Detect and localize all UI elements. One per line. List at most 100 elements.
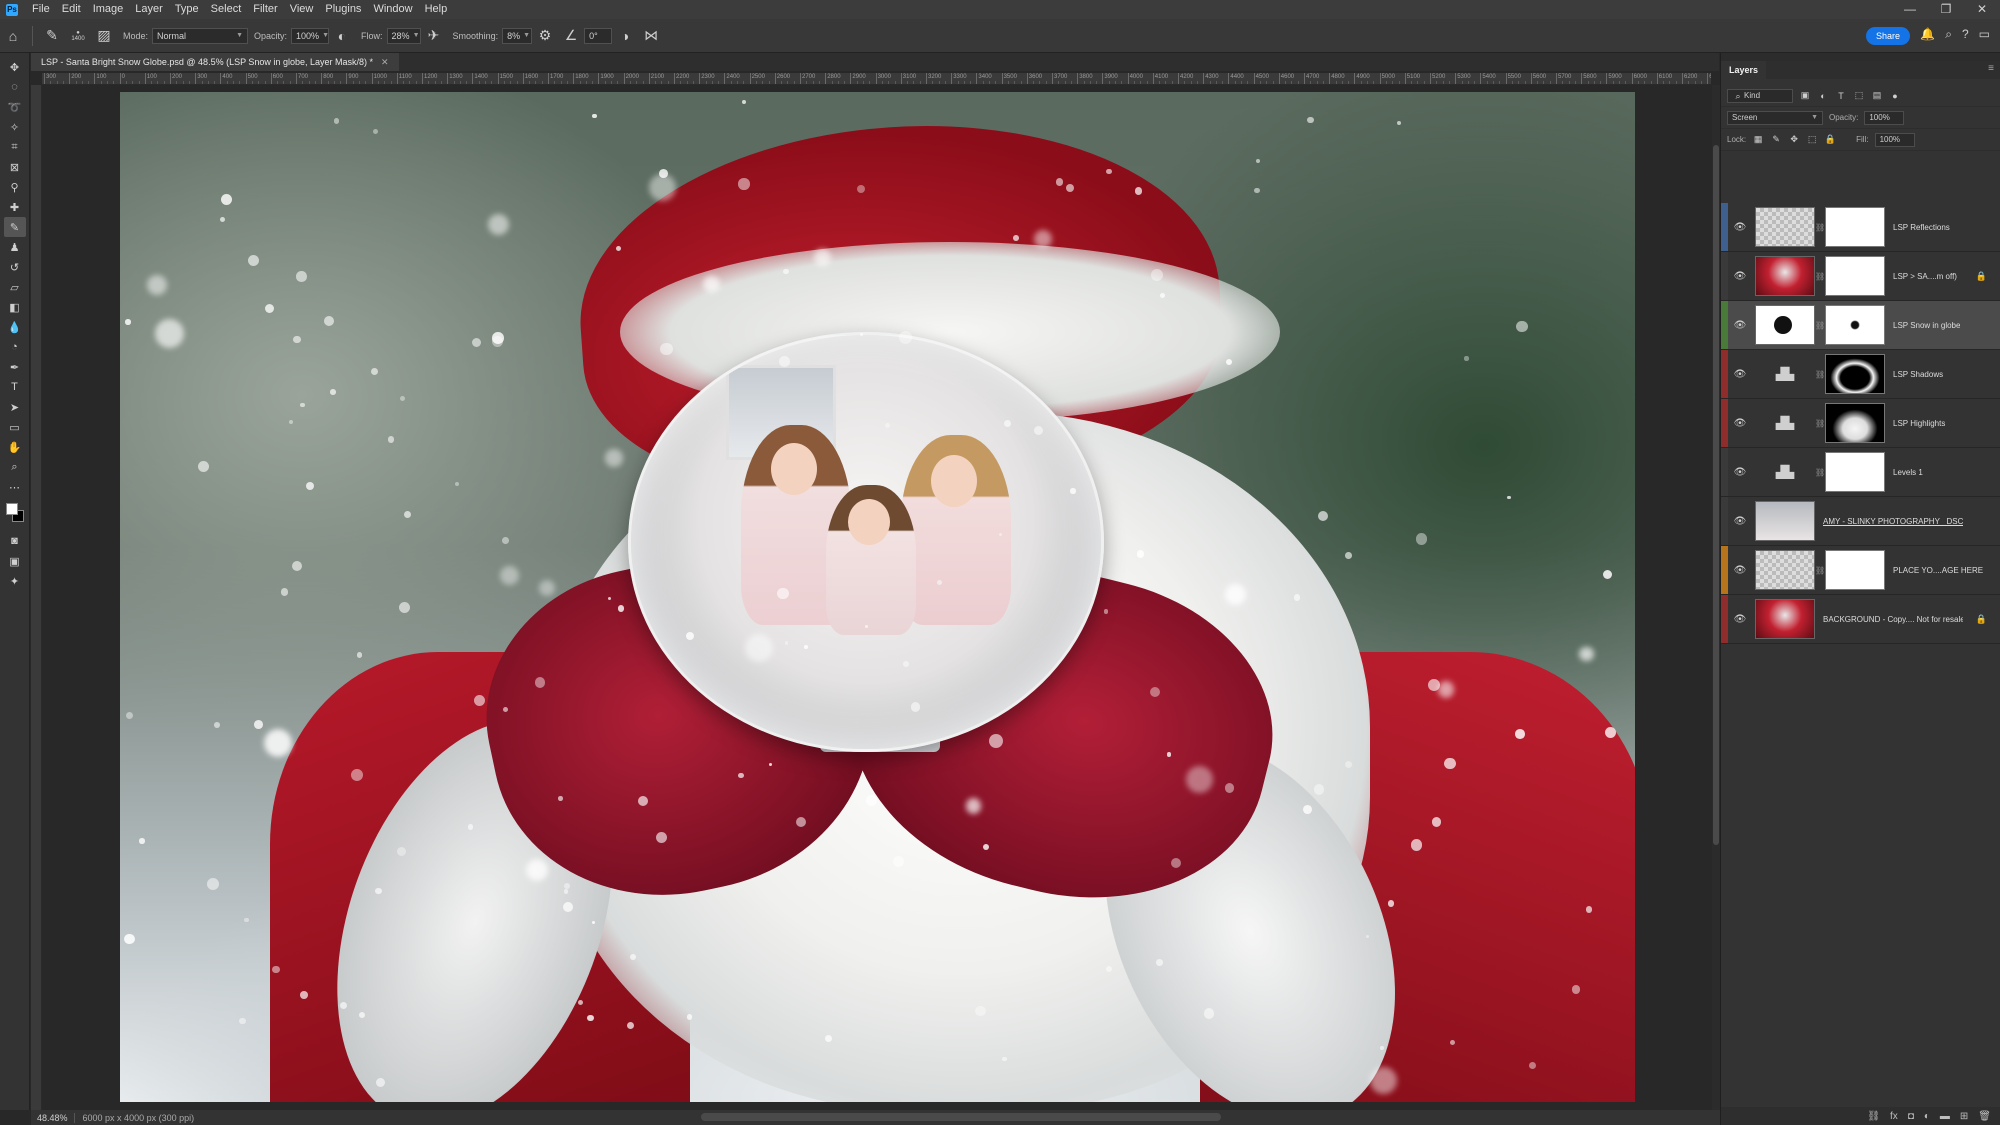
help-icon[interactable]: ? [1962,27,1969,42]
lasso-tool-icon[interactable]: ➰ [4,97,26,117]
opacity-field[interactable]: 100% ▼ [291,27,330,44]
layer-mask-thumbnail[interactable] [1825,550,1885,590]
layer-row[interactable]: 👁 ▟▙ ⛓ LSP Highlights [1721,399,2000,448]
share-button[interactable]: Share [1865,27,1910,45]
more-tools-icon[interactable]: ⋯ [4,477,26,497]
menu-plugins[interactable]: Plugins [319,0,367,19]
rectangle-tool-icon[interactable]: ▭ [4,417,26,437]
trash-icon[interactable]: 🗑 [1978,1111,1991,1122]
layer-name[interactable]: Levels 1 [1893,468,1923,477]
visibility-eye-icon[interactable]: 👁 [1731,418,1749,429]
angle-field[interactable]: 0° [584,27,613,44]
layer-thumbnail[interactable] [1755,550,1815,590]
group-icon[interactable]: ▬ [1940,1111,1950,1122]
layer-row[interactable]: 👁 ⛓ LSP Snow in globe [1721,301,2000,350]
tab-layers[interactable]: Layers [1721,61,1767,79]
marquee-tool-icon[interactable]: ◌ [4,77,26,97]
layer-mask-thumbnail[interactable] [1825,403,1885,443]
eyedropper-tool-icon[interactable]: ⚲ [4,177,26,197]
layer-style-icon[interactable]: fx [1890,1111,1898,1122]
mask-link-icon[interactable]: ⛓ [1815,223,1825,232]
mode-select[interactable]: Normal ▼ [152,27,249,44]
document-info[interactable]: 6000 px x 4000 px (300 ppi) [75,1113,203,1123]
layer-row[interactable]: 👁 BACKGROUND - Copy.... Not for resale. 🔒 [1721,595,2000,644]
airbrush-icon[interactable]: ✈ [421,23,447,49]
panel-collapse-strip[interactable] [1721,53,2000,61]
gear-icon[interactable]: ⚙ [532,23,558,49]
menu-layer[interactable]: Layer [129,0,169,19]
frame-tool-icon[interactable]: ⊠ [4,157,26,177]
close-icon[interactable]: ✕ [381,53,389,71]
shape-filter-icon[interactable]: ⬚ [1853,90,1865,101]
visibility-eye-icon[interactable]: 👁 [1731,614,1749,625]
pixel-filter-icon[interactable]: ▣ [1799,90,1811,101]
zoom-level[interactable]: 48.48% [31,1112,75,1123]
brush-tool-preset-icon[interactable]: ✎ [39,23,65,49]
layer-thumbnail[interactable] [1755,256,1815,296]
layer-row[interactable]: 👁 ⛓ PLACE YO....AGE HERE [1721,546,2000,595]
menu-select[interactable]: Select [205,0,248,19]
menu-help[interactable]: Help [419,0,454,19]
canvas-area[interactable] [42,85,1711,1110]
menu-type[interactable]: Type [169,0,205,19]
menu-file[interactable]: File [26,0,56,19]
adjustment-filter-icon[interactable]: ◐ [1817,91,1829,101]
pen-tool-icon[interactable]: ✒ [4,357,26,377]
layer-opacity-field[interactable]: 100% [1864,110,1905,125]
scrollbar-thumb[interactable] [1713,145,1719,845]
layer-row[interactable]: 👁 ▟▙ ⛓ Levels 1 [1721,448,2000,497]
layer-name[interactable]: LSP Reflections [1893,223,1950,232]
move-tool-icon[interactable]: ✥ [4,57,26,77]
layer-name[interactable]: PLACE YO....AGE HERE [1893,566,1983,575]
adjustment-layer-icon[interactable]: ▟▙ [1755,452,1815,492]
menu-filter[interactable]: Filter [247,0,283,19]
mask-link-icon[interactable]: ⛓ [1815,321,1825,330]
lock-all-icon[interactable]: 🔒 [1824,134,1836,145]
document-canvas-image[interactable] [120,92,1635,1102]
pressure-size-icon[interactable]: ◑ [612,23,638,49]
workspace-icon[interactable]: ▭ [1979,27,1990,42]
layer-name[interactable]: LSP Snow in globe [1893,321,1960,330]
home-icon[interactable]: ⌂ [0,23,26,49]
new-layer-icon[interactable]: ⊞ [1960,1111,1968,1122]
layer-row[interactable]: 👁 ⛓ LSP > SA....m off) 🔒 [1721,252,2000,301]
adjustment-layer-icon[interactable]: ◐ [1924,1111,1930,1122]
mask-link-icon[interactable]: ⛓ [1815,272,1825,281]
visibility-eye-icon[interactable]: 👁 [1731,369,1749,380]
history-brush-tool-icon[interactable]: ↺ [4,257,26,277]
layer-name[interactable]: LSP Highlights [1893,419,1945,428]
zoom-tool-icon[interactable]: ⌕ [4,457,26,477]
close-window-button[interactable]: ✕ [1964,0,2000,19]
pressure-opacity-icon[interactable]: ◐ [329,23,355,49]
quick-mask-icon[interactable]: ◙ [4,531,26,551]
add-mask-icon[interactable]: ◘ [1908,1111,1914,1122]
layer-thumbnail[interactable] [1755,501,1815,541]
brush-size-picker[interactable]: ● 1400 [65,23,91,49]
healing-brush-tool-icon[interactable]: ✚ [4,197,26,217]
mask-link-icon[interactable]: ⛓ [1815,566,1825,575]
mask-link-icon[interactable]: ⛓ [1815,468,1825,477]
layer-row[interactable]: 👁 AMY - SLINKY PHOTOGRAPHY _DSC0743_ [1721,497,2000,546]
color-swatches[interactable] [4,501,26,527]
layer-mask-thumbnail[interactable] [1825,305,1885,345]
visibility-eye-icon[interactable]: 👁 [1731,467,1749,478]
horizontal-scrollbar-thumb[interactable] [701,1113,1221,1121]
layer-mask-thumbnail[interactable] [1825,452,1885,492]
visibility-eye-icon[interactable]: 👁 [1731,320,1749,331]
foreground-color-swatch[interactable] [5,503,18,515]
lock-transparency-icon[interactable]: ▦ [1752,134,1764,145]
lock-position-icon[interactable]: ✥ [1788,134,1800,145]
hand-tool-icon[interactable]: ✋ [4,437,26,457]
panel-menu-icon[interactable]: ≡ [1988,63,1994,74]
bell-icon[interactable]: 🔔 [1920,27,1935,42]
menu-view[interactable]: View [284,0,320,19]
visibility-eye-icon[interactable]: 👁 [1731,222,1749,233]
adjustment-layer-icon[interactable]: ▟▙ [1755,403,1815,443]
brush-tool-icon[interactable]: ✎ [3,217,26,237]
layer-name[interactable]: LSP Shadows [1893,370,1943,379]
flow-field[interactable]: 28% ▼ [386,27,421,44]
layer-mask-thumbnail[interactable] [1825,256,1885,296]
type-filter-icon[interactable]: T [1835,91,1847,101]
screen-mode-icon[interactable]: ▣ [4,551,26,571]
mask-link-icon[interactable]: ⛓ [1815,419,1825,428]
